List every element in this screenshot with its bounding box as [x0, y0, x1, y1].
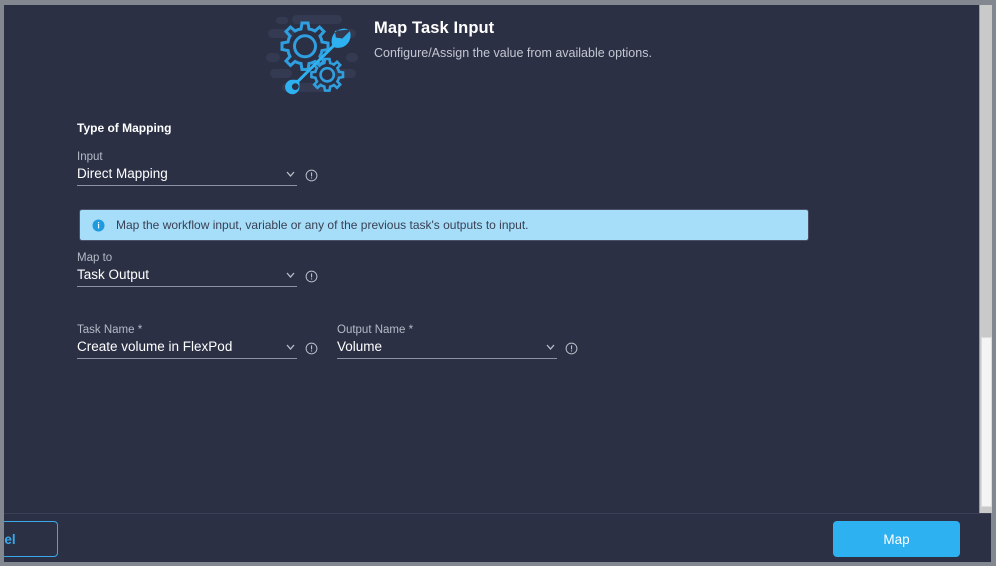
- field-task-name: Task Name * Create volume in FlexPod: [77, 324, 318, 359]
- window-chrome-top: [0, 0, 996, 5]
- scrollbar-thumb[interactable]: [981, 337, 992, 507]
- select-value-input: Direct Mapping: [77, 166, 168, 181]
- select-row-map-to: Task Output: [77, 267, 318, 287]
- window-chrome-bottom: [0, 562, 996, 566]
- info-circle-icon[interactable]: [565, 342, 578, 355]
- header-text-block: Map Task Input Configure/Assign the valu…: [374, 7, 652, 60]
- gear-wrench-icon: [262, 7, 362, 99]
- page-title: Map Task Input: [374, 19, 495, 37]
- chevron-down-icon[interactable]: [284, 340, 297, 353]
- info-circle-icon[interactable]: [305, 342, 318, 355]
- dialog-footer: el Map: [0, 513, 996, 562]
- field-label-input: Input: [77, 151, 103, 163]
- info-circle-filled-icon: [92, 219, 105, 232]
- info-circle-icon[interactable]: [305, 169, 318, 182]
- section-title-type-of-mapping: Type of Mapping: [77, 121, 172, 135]
- chevron-down-icon[interactable]: [284, 167, 297, 180]
- field-map-to: Map to Task Output: [77, 252, 318, 287]
- info-circle-icon[interactable]: [305, 270, 318, 283]
- select-input[interactable]: Direct Mapping: [77, 166, 297, 186]
- select-task-name[interactable]: Create volume in FlexPod: [77, 339, 297, 359]
- select-value-map-to: Task Output: [77, 267, 150, 282]
- map-button[interactable]: Map: [833, 521, 960, 557]
- dialog-header: Map Task Input Configure/Assign the valu…: [262, 7, 652, 99]
- select-output-name[interactable]: Volume: [337, 339, 557, 359]
- page-subtitle: Configure/Assign the value from availabl…: [374, 46, 652, 60]
- cancel-button[interactable]: el: [0, 521, 58, 557]
- window-chrome-left: [0, 0, 4, 566]
- info-banner-text: Map the workflow input, variable or any …: [116, 218, 529, 232]
- chevron-down-icon[interactable]: [544, 340, 557, 353]
- field-label-task-name: Task Name *: [77, 324, 143, 336]
- field-input: Input Direct Mapping: [77, 151, 318, 186]
- dialog-panel: Map Task Input Configure/Assign the valu…: [4, 5, 979, 562]
- info-banner: Map the workflow input, variable or any …: [79, 209, 809, 241]
- select-row-task-name: Create volume in FlexPod: [77, 339, 318, 359]
- field-label-map-to: Map to: [77, 252, 113, 264]
- field-output-name: Output Name * Volume: [337, 324, 578, 359]
- map-task-input-dialog: Map Task Input Configure/Assign the valu…: [0, 0, 996, 566]
- select-row-output-name: Volume: [337, 339, 578, 359]
- chevron-down-icon[interactable]: [284, 268, 297, 281]
- vertical-scrollbar[interactable]: [979, 5, 992, 513]
- field-label-output-name: Output Name *: [337, 324, 414, 336]
- select-map-to[interactable]: Task Output: [77, 267, 297, 287]
- select-value-output-name: Volume: [337, 339, 383, 354]
- select-row-input: Direct Mapping: [77, 166, 318, 186]
- select-value-task-name: Create volume in FlexPod: [77, 339, 233, 354]
